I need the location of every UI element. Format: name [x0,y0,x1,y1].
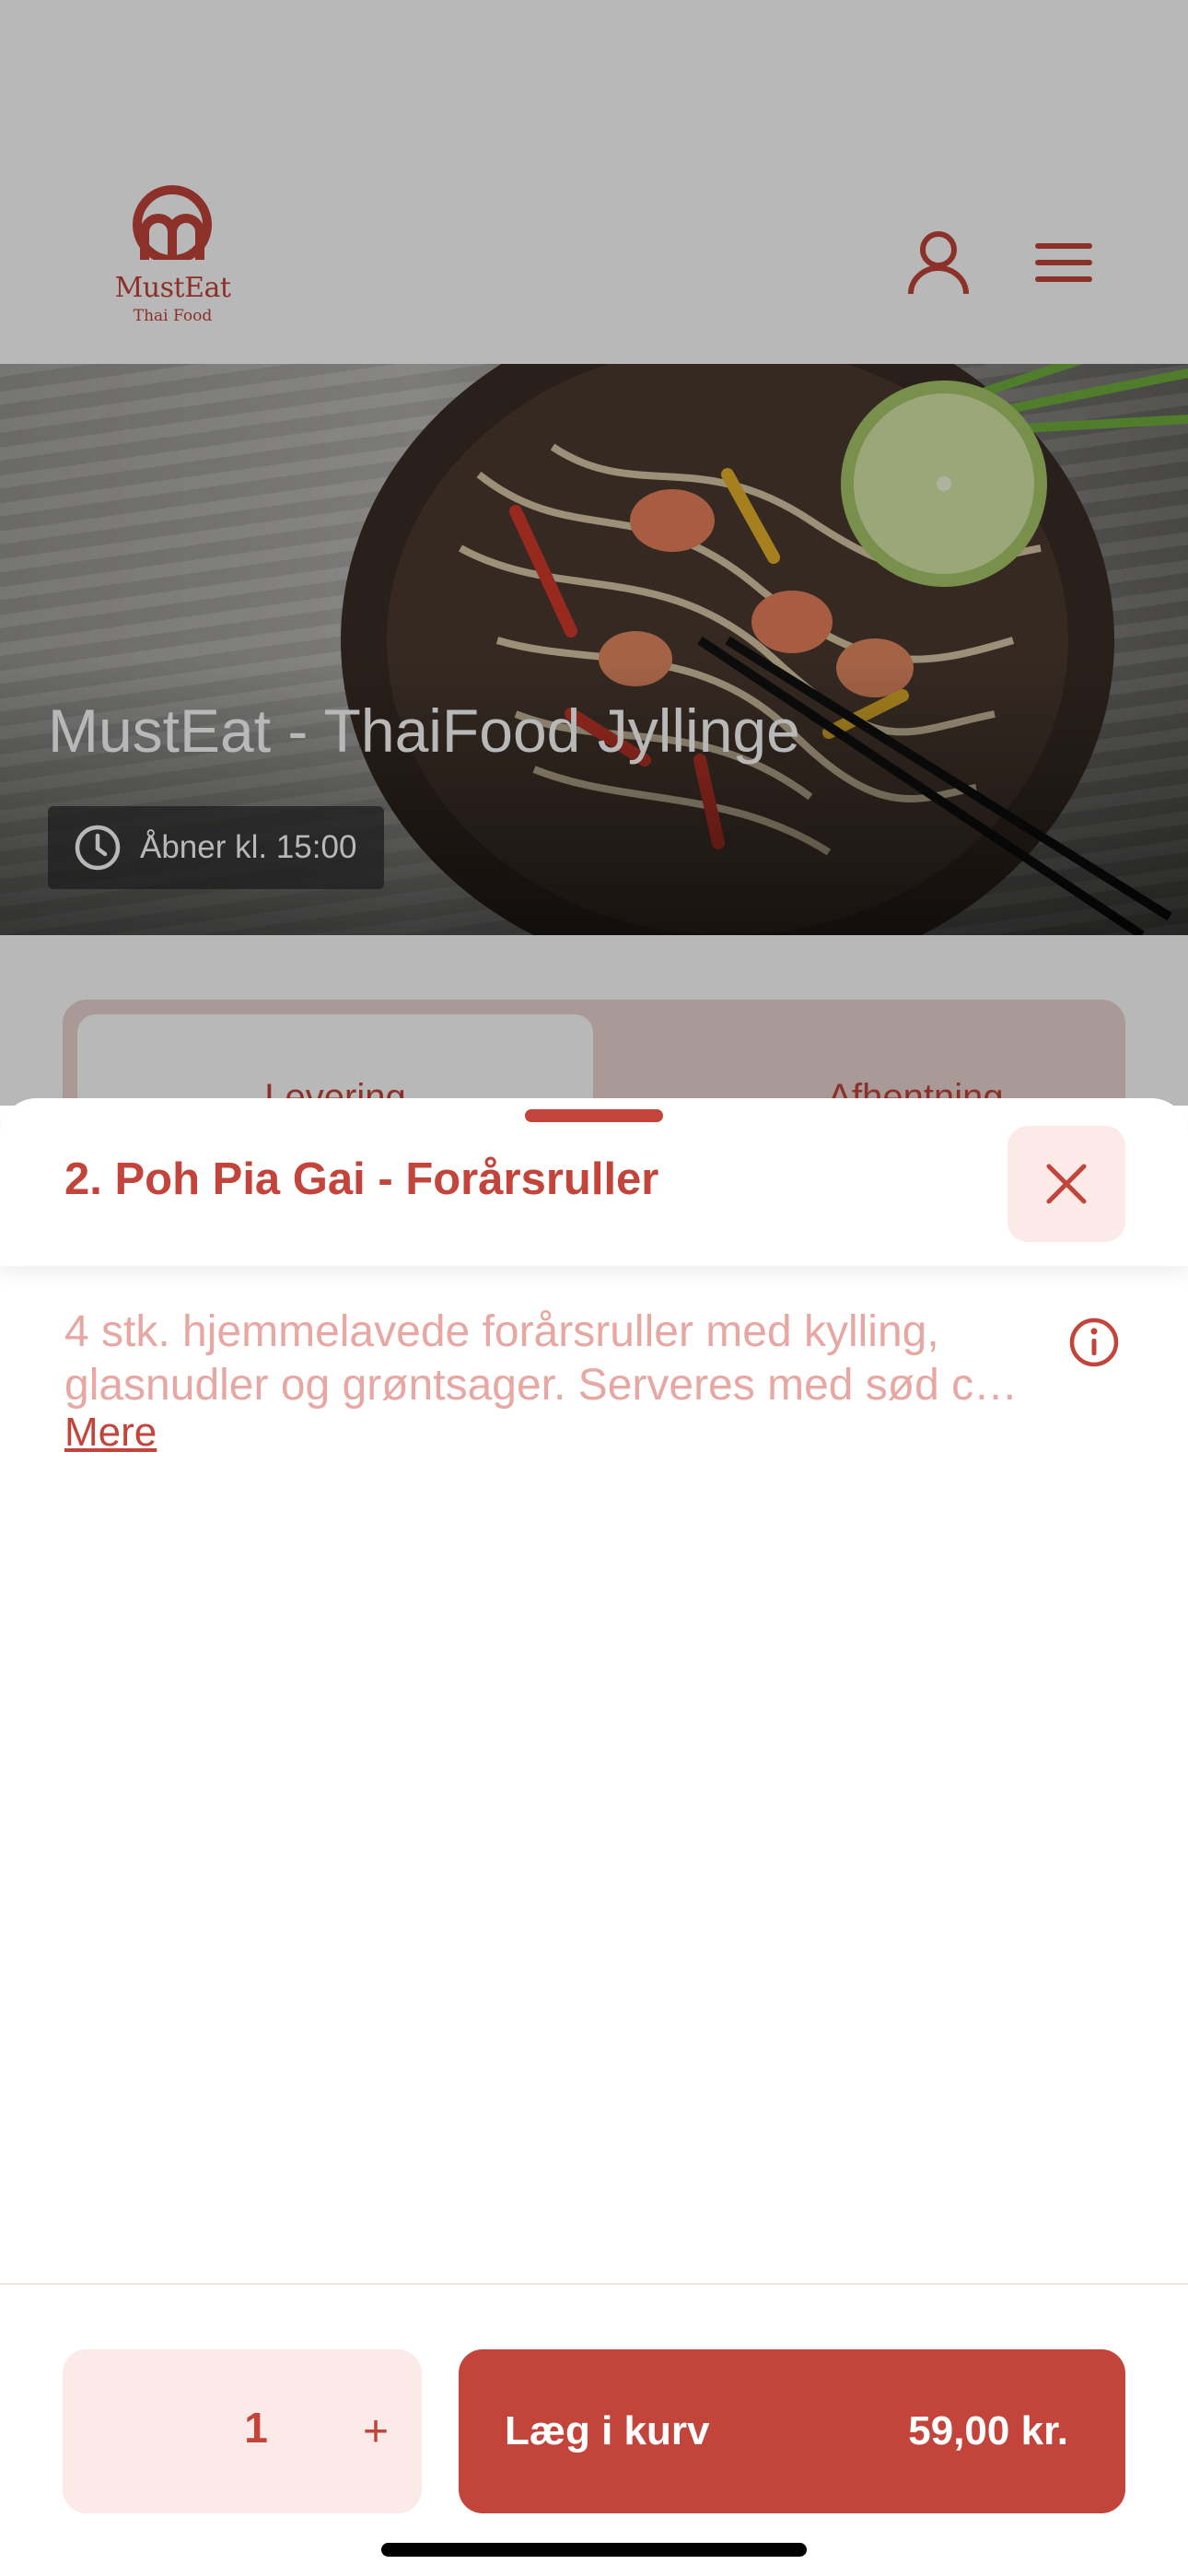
quantity-value: 1 [244,2404,268,2452]
product-description-line-1: 4 stk. hjemmelavede forårsruller med kyl… [64,1307,939,1356]
restaurant-page: MustEat Thai Food MustEat - ThaiFood Jyl… [0,0,1188,1147]
price-label: 59,00 kr. [908,2408,1068,2453]
modal-backdrop[interactable] [0,0,1188,1106]
close-button[interactable] [1007,1126,1125,1242]
increase-quantity-button[interactable]: + [330,2390,422,2473]
quantity-stepper: 1 + [63,2349,422,2513]
product-title: 2. Poh Pia Gai - Forårsruller [64,1154,659,1204]
drag-handle[interactable] [525,1109,663,1122]
close-icon [1046,1164,1087,1204]
home-indicator [381,2543,807,2557]
add-to-cart-button[interactable]: Læg i kurv 59,00 kr. [459,2349,1125,2513]
info-icon[interactable] [1066,1315,1122,1370]
product-description-line-2: glasnudler og grøntsager. Serveres med s… [64,1361,1041,1410]
sheet-header: 2. Poh Pia Gai - Forårsruller [0,1098,1188,1266]
add-to-cart-label: Læg i kurv [505,2408,710,2453]
footer-divider [0,2283,1188,2285]
more-link[interactable]: Mere [64,1410,157,1456]
